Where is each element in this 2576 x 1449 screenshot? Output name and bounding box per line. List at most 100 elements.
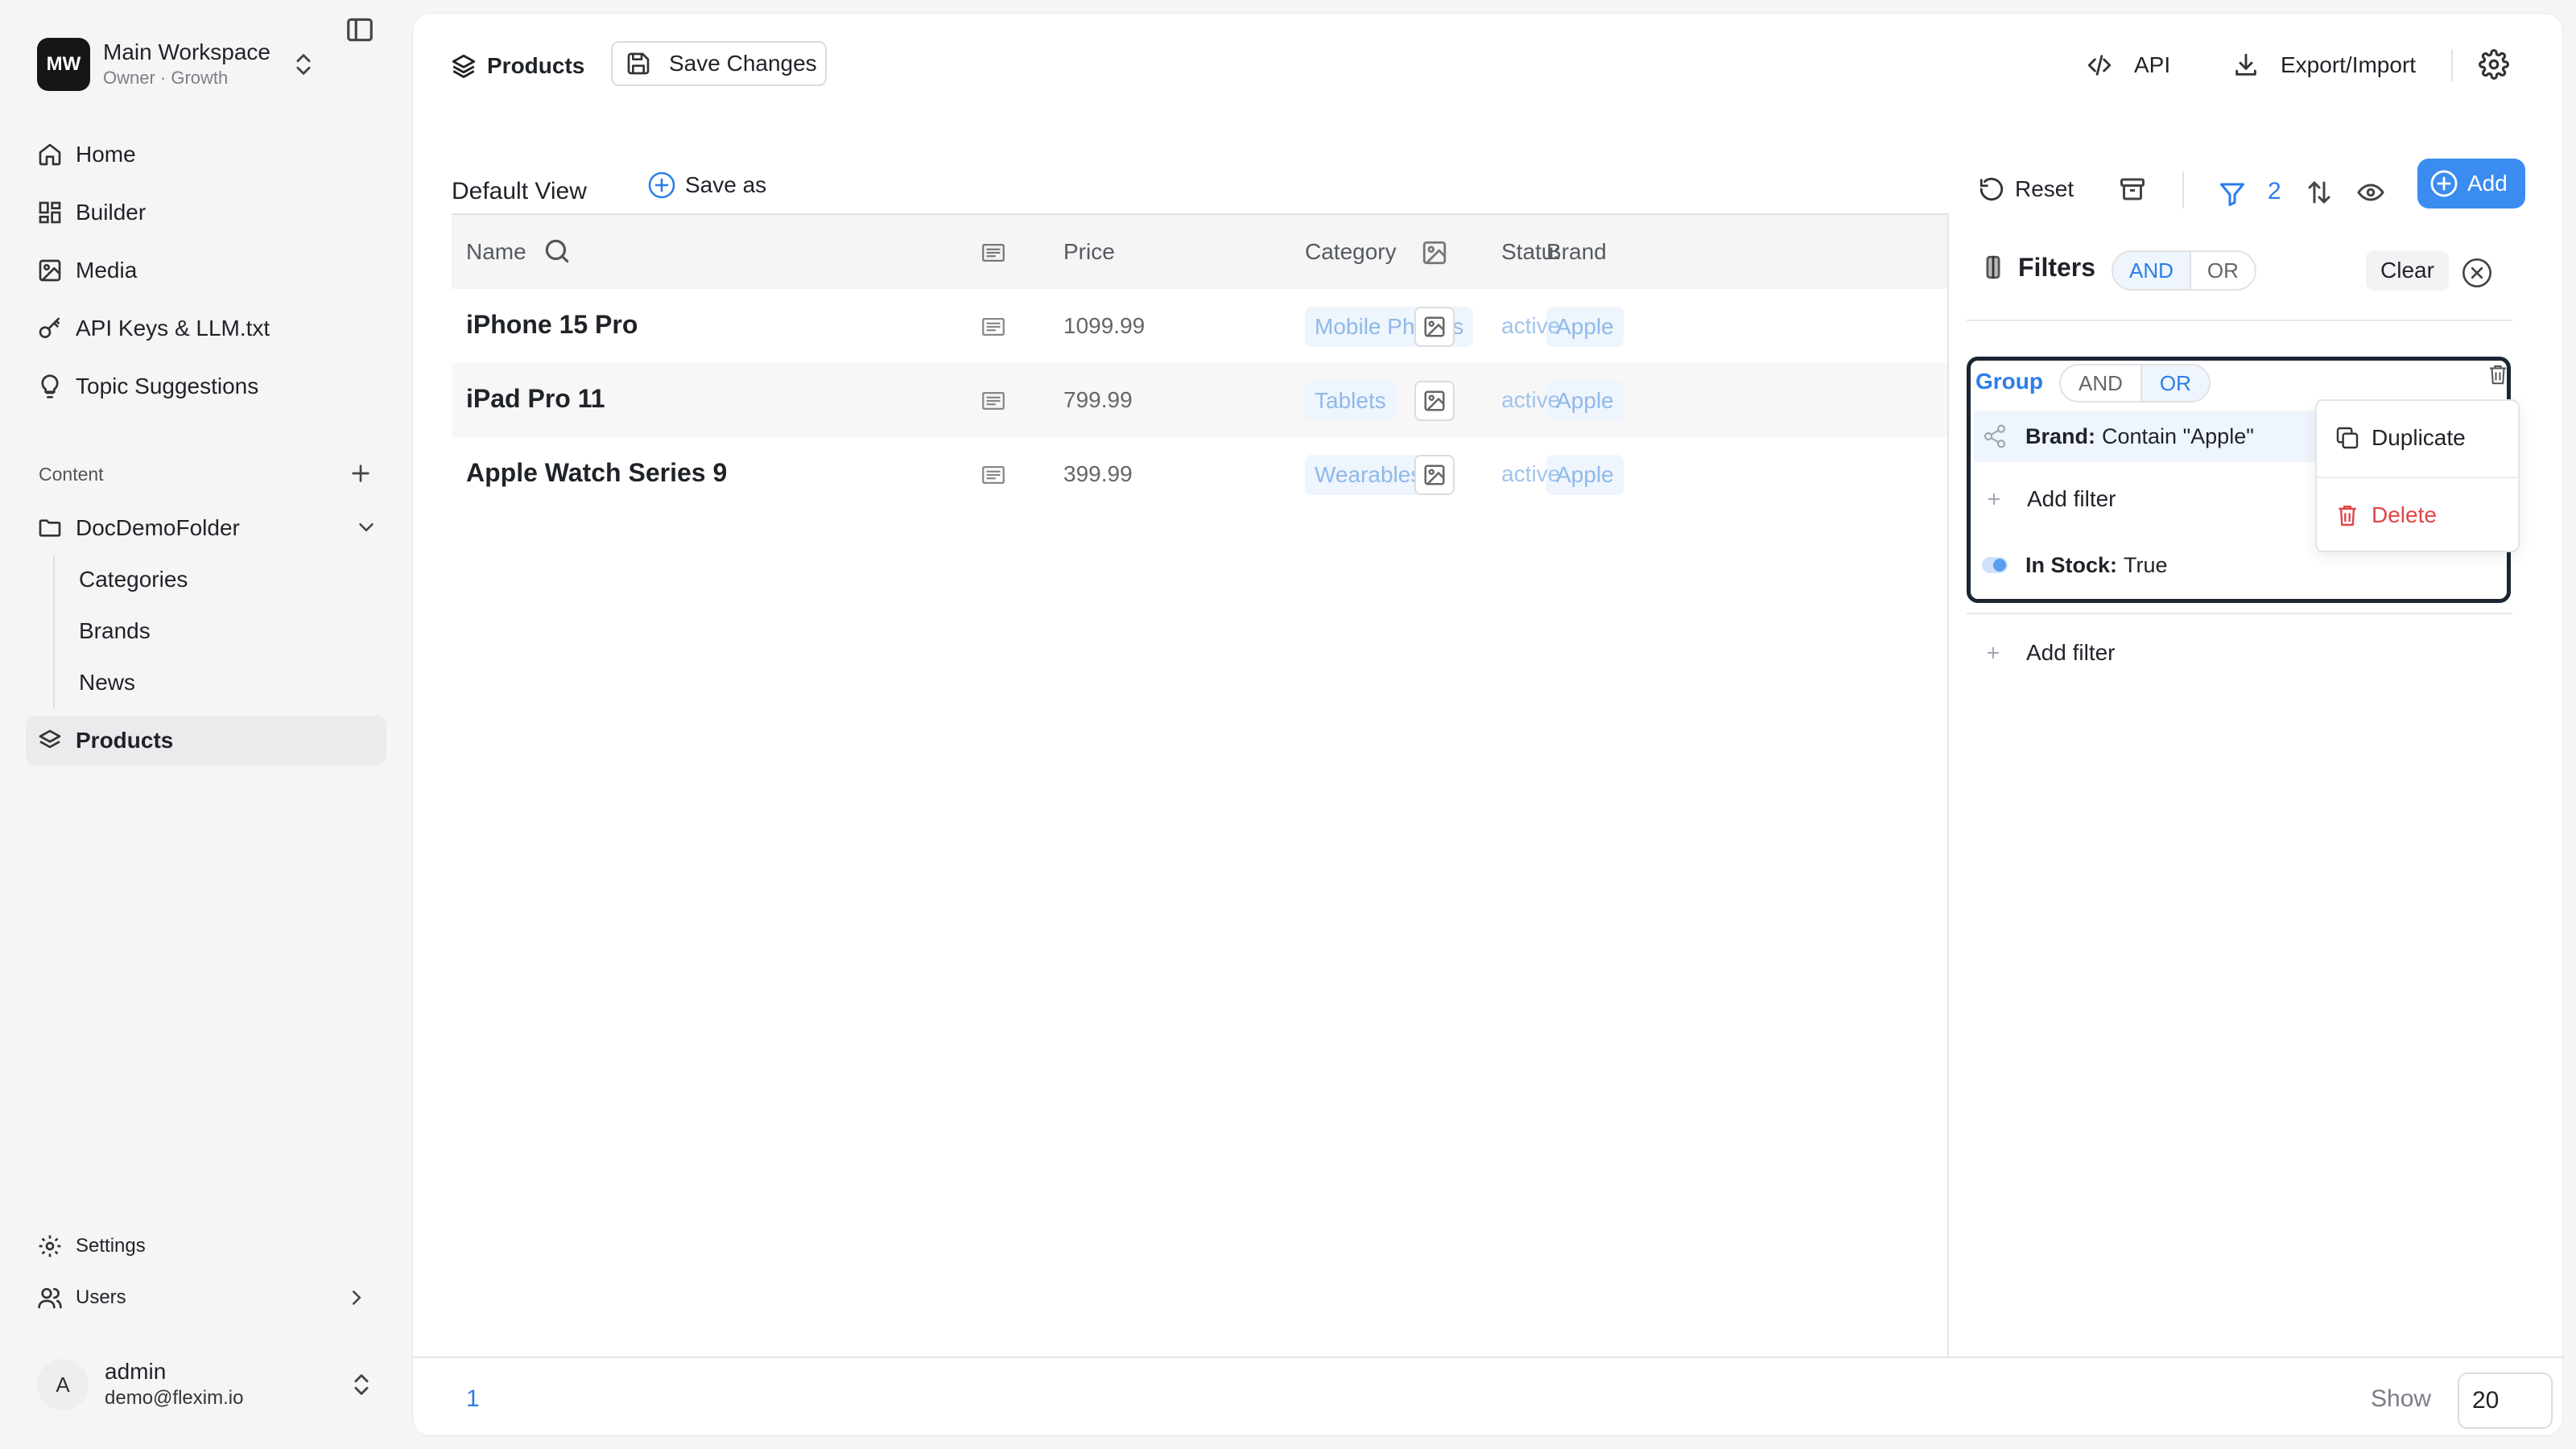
delete-menu-item[interactable]: Delete — [2317, 478, 2518, 552]
text-icon — [980, 387, 1007, 415]
main-panel: Products Save Changes API Export/Import … — [412, 13, 2563, 1436]
image-thumbnail[interactable] — [1414, 381, 1455, 421]
user-name: admin — [105, 1359, 167, 1384]
user-menu[interactable]: A admin demo@flexim.io — [37, 1352, 383, 1417]
archive-icon[interactable] — [2118, 175, 2147, 204]
sidebar-item-label: Categories — [79, 567, 188, 592]
filters-header: Filters — [1981, 247, 2095, 287]
column-header-price[interactable]: Price — [1063, 239, 1115, 265]
gear-icon[interactable] — [2479, 49, 2509, 80]
save-changes-button[interactable]: Save Changes — [611, 41, 827, 86]
column-header-category[interactable]: Category — [1305, 239, 1397, 265]
sidebar-toggle-icon[interactable] — [345, 14, 375, 45]
image-icon — [1422, 389, 1447, 413]
trash-icon[interactable] — [2486, 362, 2510, 386]
chevron-up-down-icon[interactable] — [348, 1370, 375, 1399]
cell-name: iPhone 15 Pro — [466, 310, 638, 339]
logic-and-option[interactable]: AND — [2113, 252, 2190, 289]
cell-name: iPad Pro 11 — [466, 384, 605, 413]
column-header-name[interactable]: Name — [466, 239, 526, 265]
image-icon — [37, 258, 63, 283]
sidebar-item-settings[interactable]: Settings — [26, 1221, 386, 1271]
key-icon — [37, 316, 63, 341]
users-icon — [37, 1285, 63, 1311]
duplicate-menu-item[interactable]: Duplicate — [2317, 401, 2518, 475]
clear-filters-button[interactable]: Clear — [2366, 250, 2449, 291]
grid-icon — [37, 200, 63, 225]
chevron-up-down-icon[interactable] — [290, 50, 317, 79]
tab-default-view[interactable]: Default View — [452, 167, 587, 220]
sidebar-item-api-keys[interactable]: API Keys & LLM.txt — [26, 303, 386, 353]
table-row[interactable]: iPhone 15 Pro 1099.99 Mobile Phones Appl… — [452, 289, 1949, 363]
cell-price: 399.99 — [1063, 461, 1133, 486]
search-icon[interactable] — [542, 236, 572, 266]
sort-icon[interactable] — [2305, 178, 2334, 207]
toolbar-divider — [2451, 49, 2453, 81]
sidebar-item-categories[interactable]: Categories — [26, 555, 386, 605]
divider — [1967, 320, 2512, 321]
save-as-button[interactable]: Save as — [646, 165, 766, 205]
save-icon — [625, 51, 651, 76]
sidebar-item-label: Users — [76, 1286, 126, 1308]
page-size-input[interactable] — [2458, 1373, 2553, 1429]
page-title: Products — [450, 46, 584, 86]
root-logic-toggle: AND OR — [2112, 250, 2256, 291]
chevron-down-icon[interactable] — [354, 515, 378, 539]
download-icon — [2232, 52, 2260, 79]
save-changes-label: Save Changes — [669, 51, 817, 76]
workspace-subtitle: Owner · Growth — [103, 68, 229, 88]
export-import-button[interactable]: Export/Import — [2232, 46, 2416, 85]
table-row[interactable]: iPad Pro 11 799.99 Tablets Apple active — [452, 363, 1949, 437]
home-icon — [37, 142, 63, 167]
api-button[interactable]: API — [2086, 46, 2170, 85]
sidebar-item-home[interactable]: Home — [26, 130, 386, 180]
save-as-label: Save as — [685, 172, 767, 197]
category-chip[interactable]: Tablets — [1305, 381, 1396, 421]
plus-circle-icon — [2429, 168, 2459, 199]
image-thumbnail[interactable] — [1414, 307, 1455, 347]
sidebar-item-news[interactable]: News — [26, 658, 386, 708]
folder-icon — [37, 515, 63, 541]
code-icon — [2086, 52, 2113, 79]
sidebar-item-brands[interactable]: Brands — [26, 606, 386, 656]
sidebar-item-label: Builder — [76, 200, 147, 225]
copy-icon — [2334, 425, 2360, 451]
delete-label: Delete — [2372, 502, 2437, 527]
trash-icon — [2334, 502, 2360, 528]
sidebar-item-users[interactable]: Users — [26, 1273, 386, 1323]
chevron-right-icon[interactable] — [345, 1286, 369, 1310]
category-chip[interactable]: Wearables — [1305, 455, 1432, 495]
tab-label: Default View — [452, 178, 587, 204]
add-button[interactable]: Add — [2417, 159, 2525, 208]
close-icon[interactable] — [2461, 257, 2493, 289]
page-number[interactable]: 1 — [466, 1385, 480, 1413]
workspace-avatar: MW — [37, 38, 90, 91]
add-filter-button[interactable]: Add filter — [1973, 630, 2116, 675]
sidebar-item-label: DocDemoFolder — [76, 515, 240, 540]
column-header-status[interactable]: Status — [1501, 239, 1559, 265]
group-add-filter-button[interactable]: Add filter — [1974, 477, 2116, 522]
reset-button[interactable]: Reset — [1978, 171, 2074, 207]
group-logic-toggle: AND OR — [2059, 364, 2211, 402]
plus-icon — [1981, 641, 2005, 665]
workspace-switcher[interactable]: MW Main Workspace Owner · Growth — [37, 35, 375, 93]
cell-price: 799.99 — [1063, 387, 1133, 412]
image-thumbnail[interactable] — [1414, 455, 1455, 495]
sidebar-item-builder[interactable]: Builder — [26, 188, 386, 237]
table-row[interactable]: Apple Watch Series 9 399.99 Wearables Ap… — [452, 437, 1949, 511]
sidebar-item-topic-suggestions[interactable]: Topic Suggestions — [26, 361, 386, 411]
image-icon — [1422, 315, 1447, 339]
sidebar-item-label: Settings — [76, 1235, 146, 1257]
sidebar-item-products[interactable]: Products — [26, 716, 386, 766]
text-icon — [980, 313, 1007, 341]
logic-or-option[interactable]: OR — [2189, 252, 2255, 289]
add-content-icon[interactable] — [348, 460, 374, 486]
sidebar-item-docdemofolder[interactable]: DocDemoFolder — [26, 503, 386, 553]
sidebar-item-media[interactable]: Media — [26, 246, 386, 295]
image-icon — [1422, 463, 1447, 487]
divider — [1967, 613, 2512, 614]
user-email: demo@flexim.io — [105, 1387, 244, 1409]
logic-or-option[interactable]: OR — [2140, 365, 2209, 401]
eye-icon[interactable] — [2356, 178, 2385, 207]
logic-and-option[interactable]: AND — [2061, 365, 2140, 401]
